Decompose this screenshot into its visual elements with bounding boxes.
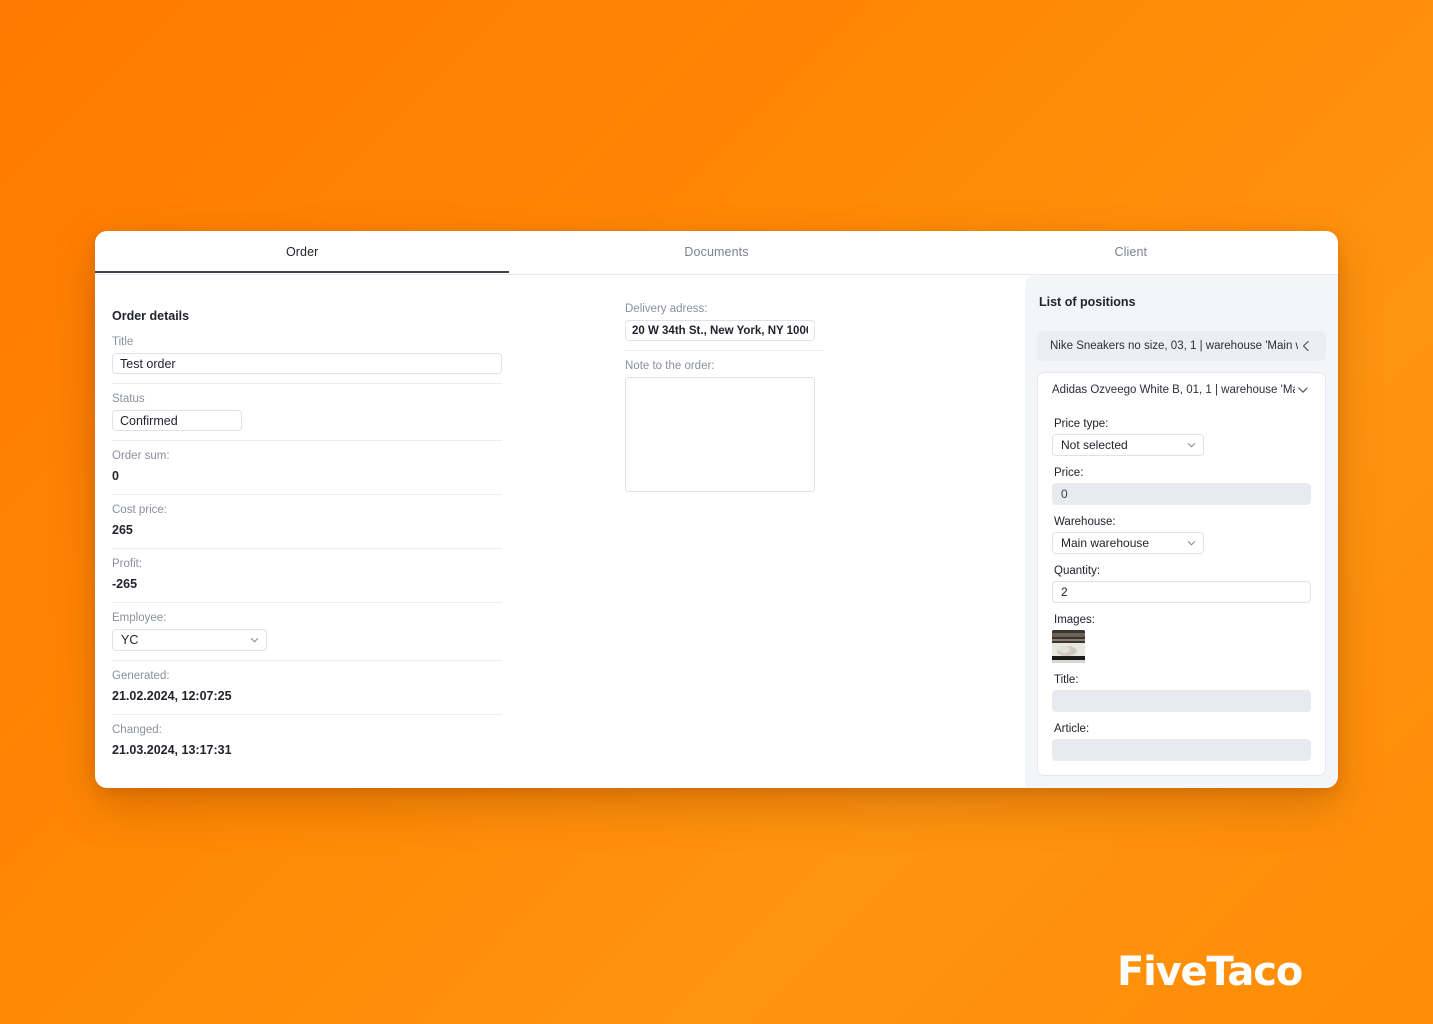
field-cost-price-label: Cost price: xyxy=(112,504,167,516)
positions-column: List of positions Nike Sneakers no size,… xyxy=(1025,275,1338,788)
app-window: Order Documents Client Order details Tit… xyxy=(95,231,1338,788)
field-status-label: Status xyxy=(112,393,145,405)
field-profit-label: Profit: xyxy=(112,558,143,570)
item-title-input[interactable] xyxy=(1052,690,1311,712)
employee-select-wrapper: YC xyxy=(112,629,267,651)
warehouse-select-wrapper: Main warehouse xyxy=(1052,532,1204,554)
order-note-label: Note to the order: xyxy=(625,360,715,372)
price-type-select[interactable]: Not selected xyxy=(1052,434,1204,456)
images-label: Images: xyxy=(1054,614,1095,626)
field-generated: Generated: 21.02.2024, 12:07:25 xyxy=(112,670,502,715)
chevron-left-icon[interactable] xyxy=(1298,338,1314,354)
field-changed-value: 21.03.2024, 13:17:31 xyxy=(112,743,232,757)
position-card-expanded: Adidas Ozveego White B, 01, 1 | warehous… xyxy=(1037,372,1326,776)
warehouse-select[interactable]: Main warehouse xyxy=(1052,532,1204,554)
field-title-label: Title xyxy=(112,336,134,348)
field-order-sum: Order sum: 0 xyxy=(112,450,502,495)
article-label: Article: xyxy=(1054,723,1090,735)
positions-heading: List of positions xyxy=(1039,295,1136,309)
tab-order[interactable]: Order xyxy=(95,245,510,273)
order-details-column: Order details Title Status Order sum: 0 … xyxy=(95,275,620,788)
brand-logo: FiveTaco xyxy=(1117,949,1303,995)
status-input[interactable] xyxy=(112,410,242,431)
field-changed: Changed: 21.03.2024, 13:17:31 xyxy=(112,724,502,768)
delivery-column: Delivery adress: Note to the order: xyxy=(620,275,1025,788)
price-type-select-wrapper: Not selected xyxy=(1052,434,1204,456)
title-input[interactable] xyxy=(112,353,502,374)
position-row-collapsed[interactable]: Nike Sneakers no size, 03, 1 | warehouse… xyxy=(1037,331,1326,361)
tab-documents[interactable]: Documents xyxy=(509,245,923,272)
field-title: Title xyxy=(112,336,502,384)
price-type-label: Price type: xyxy=(1054,418,1109,430)
field-generated-value: 21.02.2024, 12:07:25 xyxy=(112,689,232,703)
positions-panel: List of positions Nike Sneakers no size,… xyxy=(1025,275,1338,788)
window-body: Order details Title Status Order sum: 0 … xyxy=(95,275,1338,788)
position-summary: Nike Sneakers no size, 03, 1 | warehouse… xyxy=(1050,340,1298,352)
field-employee: Employee: YC xyxy=(112,612,502,661)
field-generated-label: Generated: xyxy=(112,670,170,682)
divider xyxy=(625,350,823,351)
field-profit: Profit: -265 xyxy=(112,558,502,603)
employee-select[interactable]: YC xyxy=(112,629,267,651)
position-summary: Adidas Ozveego White B, 01, 1 | warehous… xyxy=(1052,384,1295,396)
quantity-label: Quantity: xyxy=(1054,565,1101,577)
chevron-down-icon[interactable] xyxy=(1295,382,1311,398)
sneaker-photo-icon xyxy=(1052,630,1085,663)
field-order-sum-value: 0 xyxy=(112,469,119,483)
tab-order-label: Order xyxy=(285,245,319,259)
tab-documents-label: Documents xyxy=(684,245,749,259)
product-image-thumbnail[interactable] xyxy=(1052,630,1085,663)
field-cost-price: Cost price: 265 xyxy=(112,504,502,549)
quantity-input[interactable] xyxy=(1052,581,1311,603)
field-status: Status xyxy=(112,393,502,441)
field-employee-label: Employee: xyxy=(112,612,167,624)
tab-bar: Order Documents Client xyxy=(95,231,1338,275)
item-title-label: Title: xyxy=(1054,674,1079,686)
position-row-expanded[interactable]: Adidas Ozveego White B, 01, 1 | warehous… xyxy=(1052,373,1311,407)
field-order-sum-label: Order sum: xyxy=(112,450,170,462)
field-cost-price-value: 265 xyxy=(112,523,133,537)
delivery-address-input[interactable] xyxy=(625,320,815,341)
field-changed-label: Changed: xyxy=(112,724,162,736)
price-label: Price: xyxy=(1054,467,1084,479)
article-input[interactable] xyxy=(1052,739,1311,761)
order-details-heading: Order details xyxy=(112,309,190,323)
tab-client[interactable]: Client xyxy=(924,245,1338,272)
price-input[interactable] xyxy=(1052,483,1311,505)
warehouse-label: Warehouse: xyxy=(1054,516,1116,528)
tab-client-label: Client xyxy=(1114,245,1148,259)
order-note-textarea[interactable] xyxy=(625,377,815,492)
field-profit-value: -265 xyxy=(112,577,138,591)
delivery-address-label: Delivery adress: xyxy=(625,303,708,315)
